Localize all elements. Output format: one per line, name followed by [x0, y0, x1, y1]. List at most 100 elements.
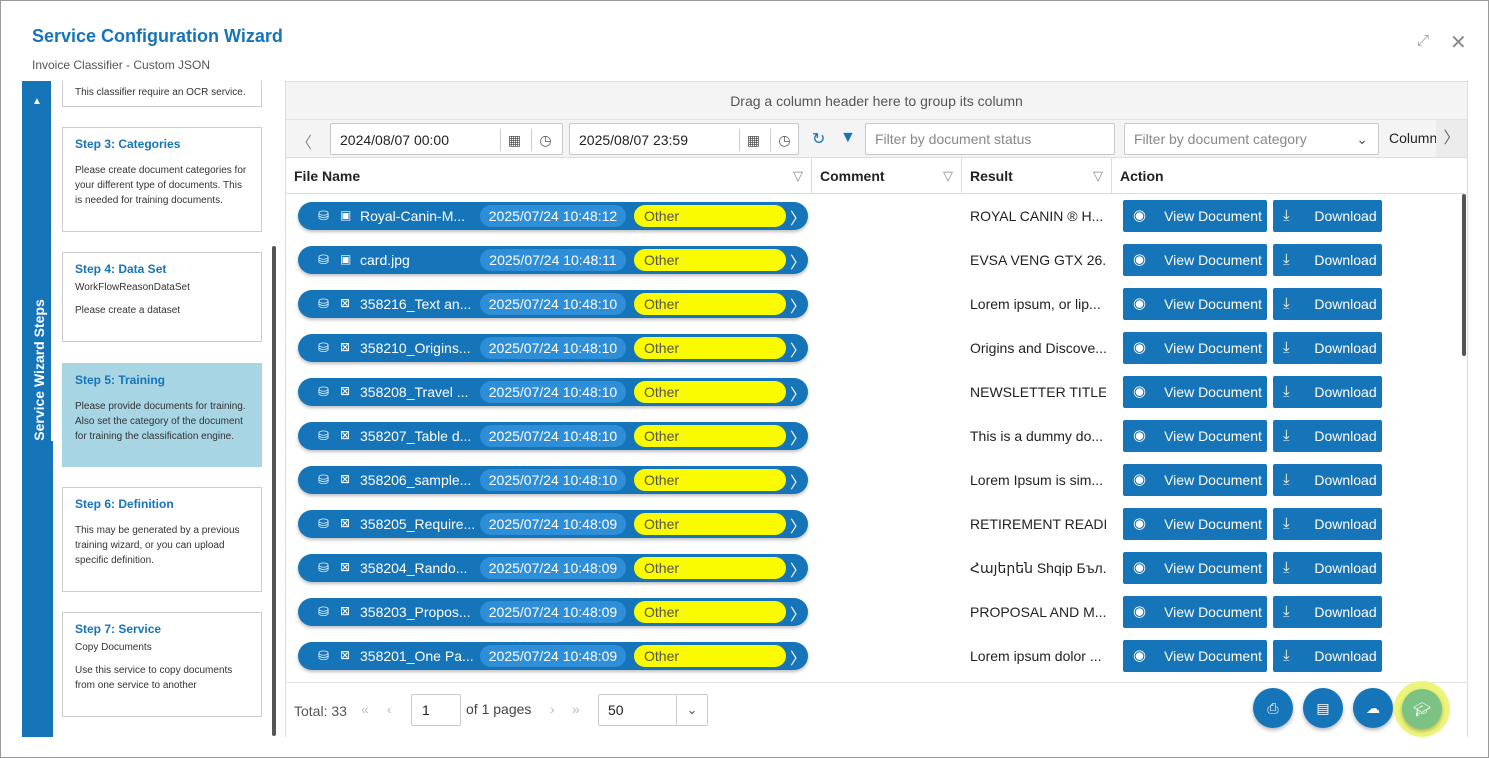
table-row[interactable]: ⛁ ⊠ 358208_Travel ... 2025/07/24 10:48:10 Ot…	[286, 370, 1464, 414]
category-badge[interactable]: Other	[634, 645, 786, 667]
file-pill[interactable]: ⛁ ▣ Royal-Canin-M... 2025/07/24 10:48:12 Oth…	[298, 202, 808, 230]
column-header-comment[interactable]: Comment ▽	[812, 158, 962, 194]
columns-menu[interactable]: Column	[1389, 130, 1437, 146]
download-button[interactable]: ⤓ Download	[1273, 332, 1382, 364]
view-document-button[interactable]: ◉ View Document	[1123, 288, 1267, 320]
table-row[interactable]: ⛁ ⊠ 358207_Table d... 2025/07/24 10:48:10 Ot…	[286, 414, 1464, 458]
wizard-steps-tab[interactable]: ▲ Service Wizard Steps	[22, 81, 53, 737]
grid-scrollbar[interactable]	[1462, 194, 1466, 356]
step-card-categories[interactable]: Step 3: Categories Please create documen…	[62, 127, 262, 232]
table-row[interactable]: ⛁ ⊠ 358210_Origins... 2025/07/24 10:48:10 Ot…	[286, 326, 1464, 370]
file-pill[interactable]: ⛁ ⊠ 358210_Origins... 2025/07/24 10:48:10 Ot…	[298, 334, 808, 362]
download-button[interactable]: ⤓ Download	[1273, 508, 1382, 540]
category-badge[interactable]: Other	[634, 601, 786, 623]
table-row[interactable]: ⛁ ⊠ 358204_Rando... 2025/07/24 10:48:09 Othe…	[286, 546, 1464, 590]
chevron-right-icon[interactable]: 〉	[790, 557, 806, 581]
category-badge[interactable]: Other	[634, 249, 786, 271]
download-button[interactable]: ⤓ Download	[1273, 640, 1382, 672]
view-document-button[interactable]: ◉ View Document	[1123, 552, 1267, 584]
file-pill[interactable]: ⛁ ⊠ 358201_One Pa... 2025/07/24 10:48:09 Oth…	[298, 642, 808, 670]
download-button[interactable]: ⤓ Download	[1273, 244, 1382, 276]
step-card-definition[interactable]: Step 6: Definition This may be generated…	[62, 487, 262, 592]
view-document-button[interactable]: ◉ View Document	[1123, 464, 1267, 496]
category-badge[interactable]: Other	[634, 337, 786, 359]
steps-scrollbar[interactable]	[272, 246, 276, 736]
close-icon[interactable]: ✕	[1450, 33, 1467, 53]
file-pill[interactable]: ⛁ ⊠ 358207_Table d... 2025/07/24 10:48:10 Ot…	[298, 422, 808, 450]
filter-icon[interactable]: ▽	[943, 158, 953, 194]
table-row[interactable]: ⛁ ⊠ 358206_sample... 2025/07/24 10:48:10 Oth…	[286, 458, 1464, 502]
view-document-button[interactable]: ◉ View Document	[1123, 640, 1267, 672]
table-row[interactable]: ⛁ ⊠ 358216_Text an... 2025/07/24 10:48:10 Ot…	[286, 282, 1464, 326]
column-header-result[interactable]: Result ▽	[962, 158, 1112, 194]
filter-icon[interactable]: ▽	[1093, 158, 1103, 194]
view-document-button[interactable]: ◉ View Document	[1123, 244, 1267, 276]
filter-icon[interactable]: ▼	[840, 129, 856, 147]
date-to-picker[interactable]: 2025/08/07 23:59 ▦ ◷	[569, 123, 799, 155]
step-card-training[interactable]: Step 5: Training Please provide document…	[62, 363, 262, 467]
step-card-service[interactable]: Step 7: Service Copy Documents Use this …	[62, 612, 262, 717]
pdf-icon[interactable]: ⎙	[1253, 688, 1293, 728]
step-card-partial[interactable]: This classifier require an OCR service.	[62, 81, 262, 107]
download-button[interactable]: ⤓ Download	[1273, 464, 1382, 496]
category-badge[interactable]: Other	[634, 425, 786, 447]
file-pill[interactable]: ⛁ ⊠ 358203_Propos... 2025/07/24 10:48:09 Oth…	[298, 598, 808, 626]
chevron-right-icon[interactable]: 〉	[790, 601, 806, 625]
chevron-right-icon[interactable]: 〉	[790, 205, 806, 229]
first-page-icon[interactable]: «	[361, 701, 369, 717]
view-document-button[interactable]: ◉ View Document	[1123, 508, 1267, 540]
calendar-icon[interactable]: ▦	[500, 129, 528, 151]
file-pill[interactable]: ⛁ ⊠ 358205_Require... 2025/07/24 10:48:09 Ot…	[298, 510, 808, 538]
status-filter-input[interactable]: Filter by document status	[865, 123, 1115, 155]
calendar-icon[interactable]: ▦	[739, 129, 767, 151]
view-document-button[interactable]: ◉ View Document	[1123, 376, 1267, 408]
step-card-data-set[interactable]: Step 4: Data Set WorkFlowReasonDataSet P…	[62, 252, 262, 342]
refresh-icon[interactable]: ↻	[812, 129, 825, 149]
download-button[interactable]: ⤓ Download	[1273, 552, 1382, 584]
expand-icon[interactable]: ⤢	[1417, 33, 1429, 49]
download-button[interactable]: ⤓ Download	[1273, 200, 1382, 232]
category-badge[interactable]: Other	[634, 205, 786, 227]
chevron-right-icon[interactable]: 〉	[790, 645, 806, 669]
chevron-right-icon[interactable]: 〉	[790, 293, 806, 317]
file-pill[interactable]: ⛁ ⊠ 358204_Rando... 2025/07/24 10:48:09 Othe…	[298, 554, 808, 582]
chevron-right-icon[interactable]: 〉	[790, 513, 806, 537]
view-document-button[interactable]: ◉ View Document	[1123, 596, 1267, 628]
previous-page-icon[interactable]: ‹	[387, 701, 392, 717]
category-badge[interactable]: Other	[634, 513, 786, 535]
page-size-select[interactable]: 50 ⌄	[598, 694, 708, 726]
table-row[interactable]: ⛁ ▣ Royal-Canin-M... 2025/07/24 10:48:12 Oth…	[286, 194, 1464, 238]
page-number-input[interactable]: 1	[411, 694, 461, 726]
spreadsheet-icon[interactable]: ▤	[1303, 688, 1343, 728]
next-page-icon[interactable]: ›	[550, 701, 555, 717]
graduation-cap-icon[interactable]: 🎓︎	[1402, 689, 1442, 729]
table-row[interactable]: ⛁ ⊠ 358203_Propos... 2025/07/24 10:48:09 Oth…	[286, 590, 1464, 634]
last-page-icon[interactable]: »	[572, 701, 580, 717]
date-from-picker[interactable]: 2024/08/07 00:00 ▦ ◷	[330, 123, 563, 155]
chevron-right-icon[interactable]: 〉	[790, 469, 806, 493]
file-pill[interactable]: ⛁ ⊠ 358216_Text an... 2025/07/24 10:48:10 Ot…	[298, 290, 808, 318]
clock-icon[interactable]: ◷	[531, 129, 559, 151]
download-button[interactable]: ⤓ Download	[1273, 420, 1382, 452]
table-row[interactable]: ⛁ ⊠ 358201_One Pa... 2025/07/24 10:48:09 Oth…	[286, 634, 1464, 678]
file-pill[interactable]: ⛁ ⊠ 358206_sample... 2025/07/24 10:48:10 Oth…	[298, 466, 808, 494]
pin-icon[interactable]: ▲	[32, 96, 42, 107]
file-pill[interactable]: ⛁ ⊠ 358208_Travel ... 2025/07/24 10:48:10 Ot…	[298, 378, 808, 406]
chevron-right-icon[interactable]: 〉	[790, 337, 806, 361]
filter-icon[interactable]: ▽	[793, 158, 803, 194]
view-document-button[interactable]: ◉ View Document	[1123, 420, 1267, 452]
chevron-right-icon[interactable]: 〉	[790, 381, 806, 405]
chevron-right-icon[interactable]: 〉	[1436, 120, 1467, 157]
file-pill[interactable]: ⛁ ▣ card.jpg 2025/07/24 10:48:11 Other 〉	[298, 246, 808, 274]
group-panel[interactable]: Drag a column header here to group its c…	[286, 82, 1467, 120]
download-button[interactable]: ⤓ Download	[1273, 376, 1382, 408]
download-button[interactable]: ⤓ Download	[1273, 288, 1382, 320]
table-row[interactable]: ⛁ ▣ card.jpg 2025/07/24 10:48:11 Other 〉 EVSA …	[286, 238, 1464, 282]
chevron-left-icon[interactable]: 〈	[296, 129, 312, 153]
chevron-right-icon[interactable]: 〉	[790, 249, 806, 273]
chevron-right-icon[interactable]: 〉	[790, 425, 806, 449]
category-filter-select[interactable]: Filter by document category ⌄	[1124, 123, 1379, 155]
category-badge[interactable]: Other	[634, 381, 786, 403]
clock-icon[interactable]: ◷	[770, 129, 798, 151]
view-document-button[interactable]: ◉ View Document	[1123, 332, 1267, 364]
